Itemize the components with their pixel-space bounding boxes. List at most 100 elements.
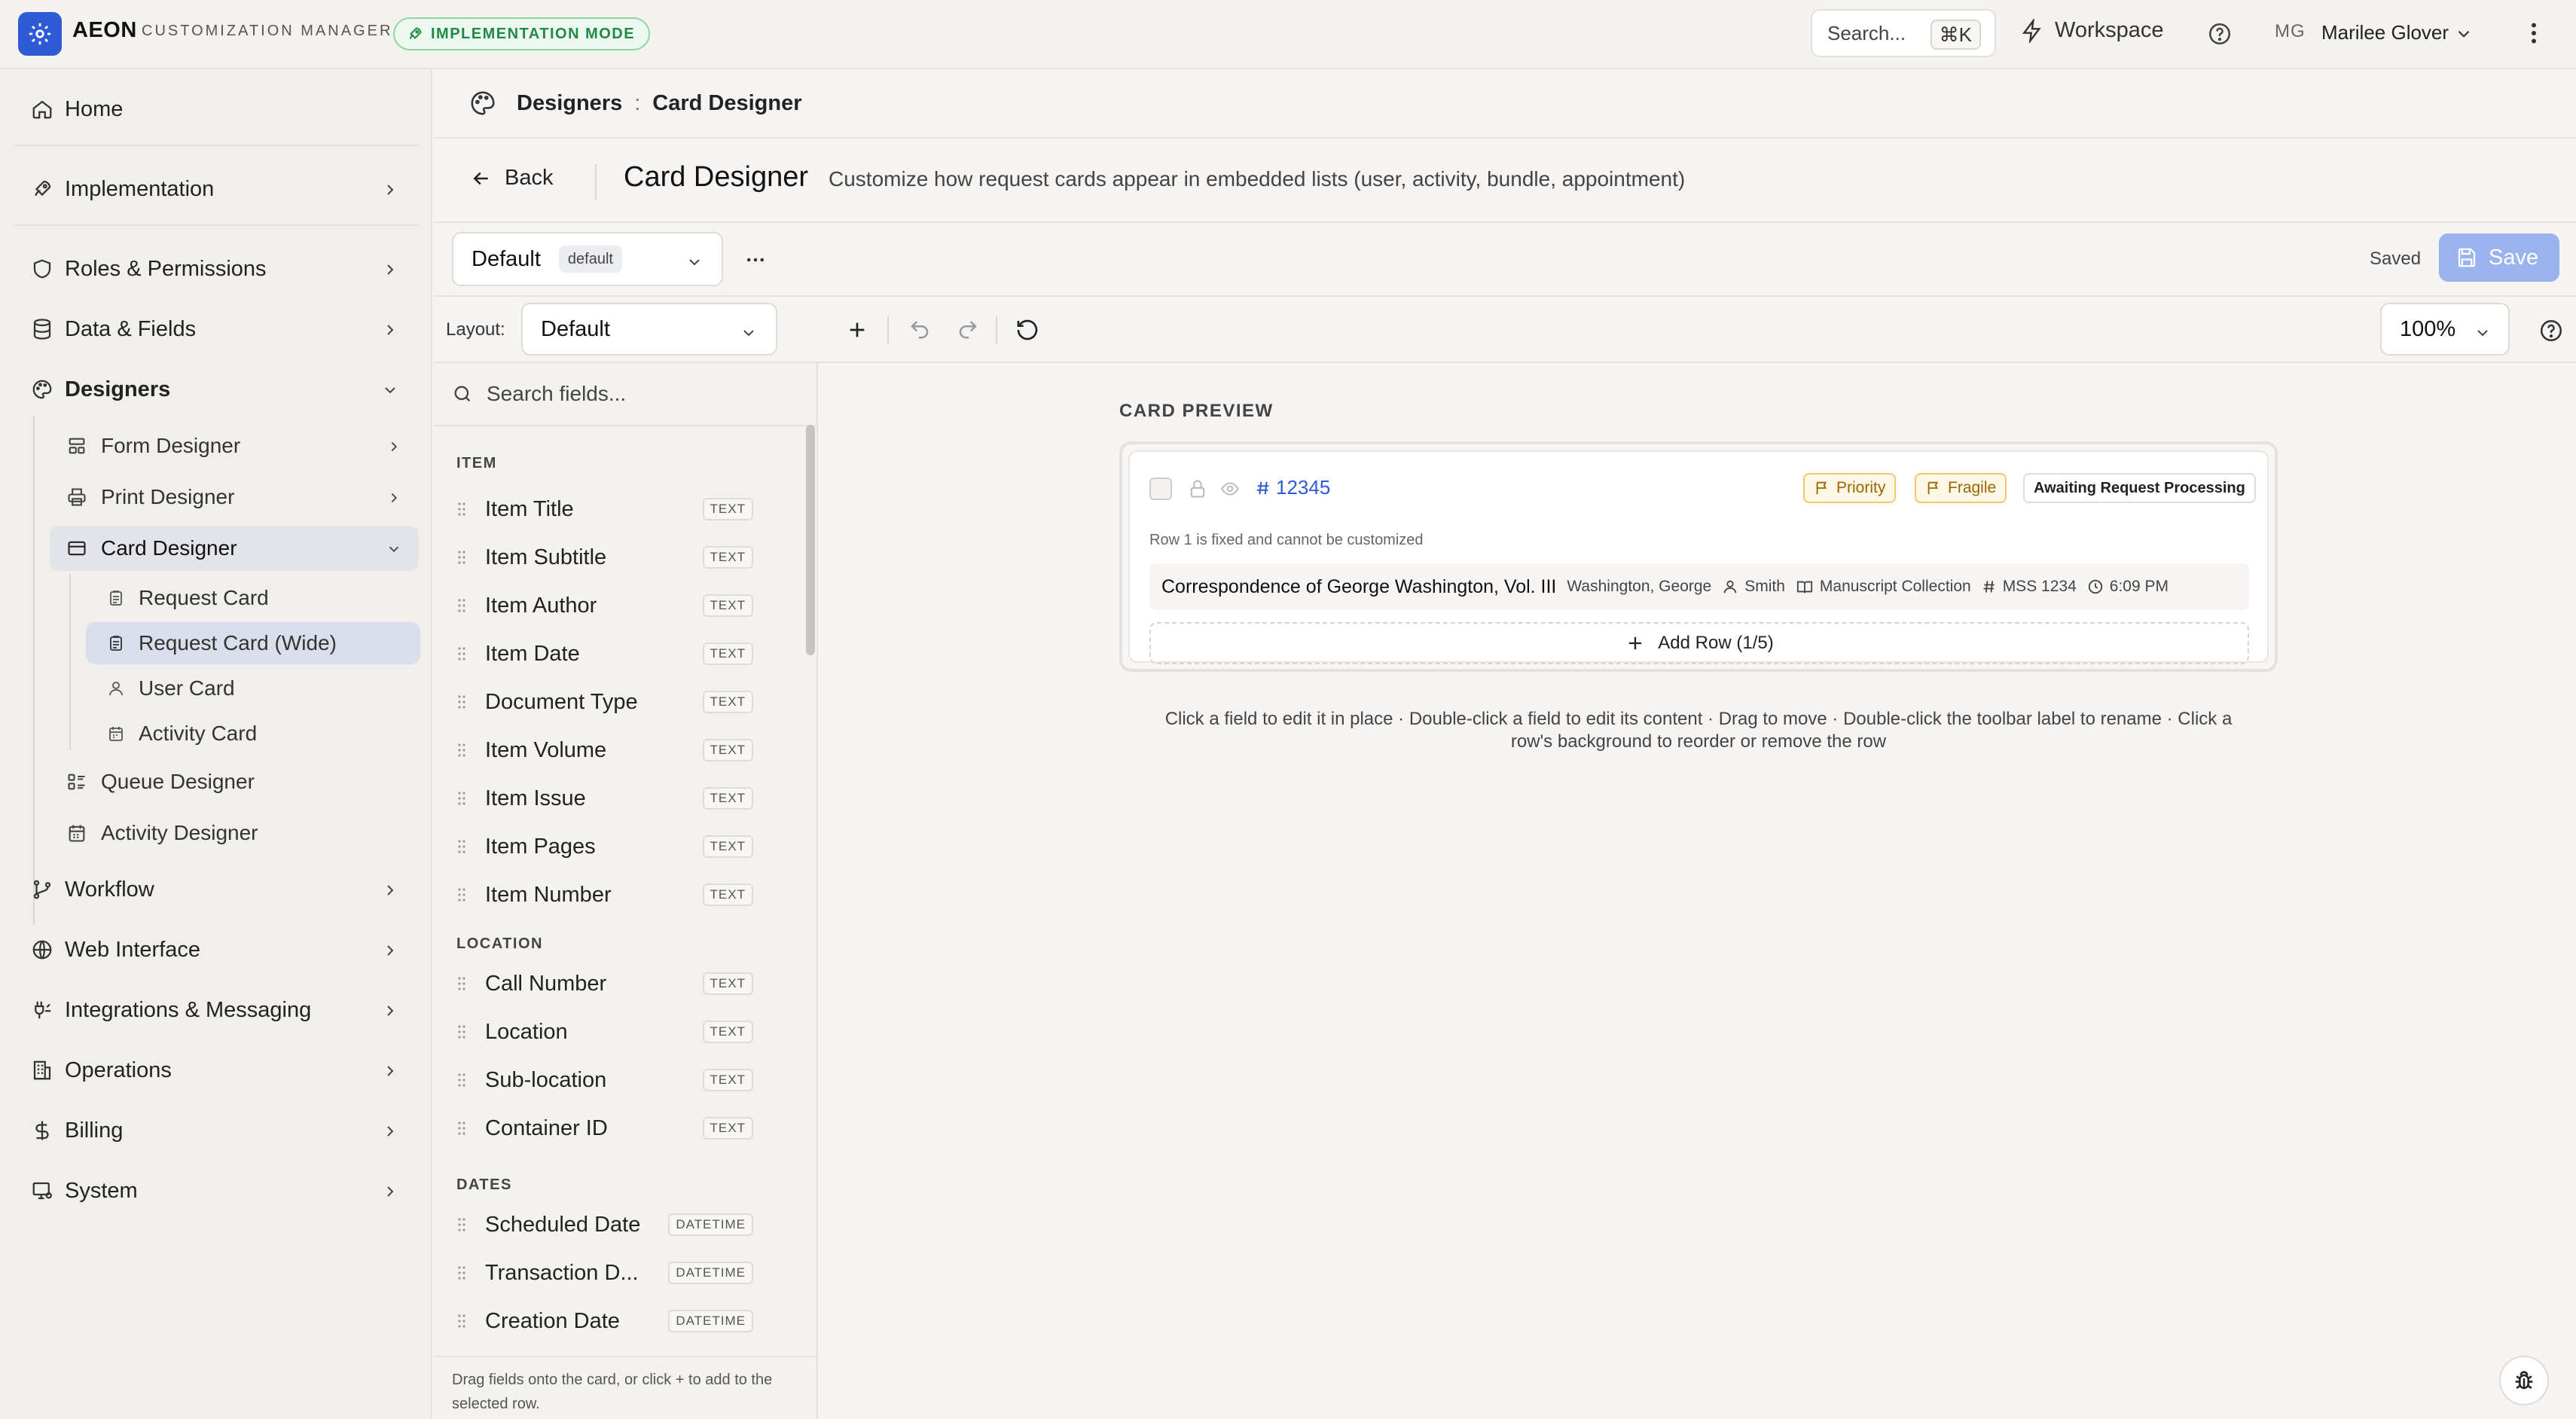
sidebar-item-system[interactable]: System bbox=[15, 1166, 419, 1216]
chevron-right-icon bbox=[381, 941, 399, 960]
help-icon[interactable] bbox=[2538, 318, 2564, 343]
palette-field-item[interactable]: Item Issue TEXT bbox=[456, 777, 776, 819]
palette-field-item[interactable]: Item Volume TEXT bbox=[456, 729, 776, 771]
palette-field-item[interactable]: Transaction D... DATETIME bbox=[456, 1252, 776, 1294]
palette-field-item[interactable]: Item Pages TEXT bbox=[456, 825, 776, 868]
global-search-button[interactable]: Search... ⌘K bbox=[1811, 9, 1996, 57]
drag-handle-icon[interactable] bbox=[456, 1265, 467, 1281]
sidebar-item-user-card[interactable]: User Card bbox=[86, 667, 420, 710]
palette-field-item[interactable]: Item Author TEXT bbox=[456, 584, 776, 627]
avatar[interactable]: MG bbox=[2275, 21, 2306, 42]
field-search-input[interactable] bbox=[487, 382, 773, 406]
sidebar-item-designers[interactable]: Designers bbox=[15, 365, 419, 414]
zoom-select[interactable]: 100% bbox=[2380, 303, 2510, 356]
add-row-button[interactable]: Add Row (1/5) bbox=[1149, 622, 2249, 664]
search-shortcut-badge: ⌘K bbox=[1930, 20, 1981, 50]
sidebar-item-workflow[interactable]: Workflow bbox=[15, 865, 419, 914]
card-row-2[interactable]: Correspondence of George Washington, Vol… bbox=[1149, 563, 2249, 610]
implementation-mode-badge[interactable]: IMPLEMENTATION MODE bbox=[393, 17, 651, 50]
chevron-right-icon bbox=[381, 1062, 399, 1080]
sidebar-item-operations[interactable]: Operations bbox=[15, 1045, 419, 1095]
user-name[interactable]: Marilee Glover bbox=[2321, 21, 2449, 44]
palette-field-item[interactable]: Location TEXT bbox=[456, 1011, 776, 1053]
select-checkbox[interactable] bbox=[1149, 478, 1172, 500]
drag-handle-icon[interactable] bbox=[456, 886, 467, 903]
palette-field-item[interactable]: Item Subtitle TEXT bbox=[456, 536, 776, 578]
drag-handle-icon[interactable] bbox=[456, 838, 467, 855]
more-vertical-icon[interactable] bbox=[2526, 20, 2541, 47]
preset-select[interactable]: Default default bbox=[452, 232, 723, 286]
sidebar-item-request-card[interactable]: Request Card bbox=[86, 577, 420, 619]
status-badge[interactable]: Awaiting Request Processing bbox=[2023, 473, 2256, 503]
chevron-down-icon bbox=[685, 253, 704, 271]
add-row-icon[interactable] bbox=[845, 318, 869, 342]
drag-handle-icon[interactable] bbox=[456, 597, 467, 614]
palette-field-item[interactable]: Scheduled Date DATETIME bbox=[456, 1204, 776, 1246]
sidebar-item-activity-card[interactable]: Activity Card bbox=[86, 713, 420, 755]
collection-field[interactable]: Manuscript Collection bbox=[1796, 578, 1971, 596]
sidebar-item-billing[interactable]: Billing bbox=[15, 1106, 419, 1155]
calendar-icon bbox=[65, 822, 89, 844]
sidebar-item-queue-designer[interactable]: Queue Designer bbox=[50, 759, 419, 804]
sidebar-item-activity-designer[interactable]: Activity Designer bbox=[50, 810, 419, 856]
sidebar-item-label: Request Card (Wide) bbox=[139, 631, 337, 655]
bug-report-icon[interactable] bbox=[2499, 1356, 2549, 1405]
sidebar-item-label: Implementation bbox=[65, 176, 215, 201]
priority-badge[interactable]: Priority bbox=[1803, 473, 1897, 503]
palette-field-item[interactable]: Sub-location TEXT bbox=[456, 1059, 776, 1101]
sidebar-item-card-designer[interactable]: Card Designer bbox=[50, 526, 419, 571]
back-button[interactable]: Back bbox=[470, 166, 553, 191]
breadcrumb-current: Card Designer bbox=[652, 90, 802, 115]
palette-field-item[interactable]: Document Type TEXT bbox=[456, 681, 776, 723]
breadcrumb-parent-link[interactable]: Designers bbox=[517, 91, 622, 116]
palette-field-item[interactable]: Container ID TEXT bbox=[456, 1107, 776, 1149]
item-title-field[interactable]: Correspondence of George Washington, Vol… bbox=[1161, 576, 1556, 598]
time-field[interactable]: 6:09 PM bbox=[2087, 578, 2169, 596]
chevron-down-icon[interactable] bbox=[2454, 24, 2474, 44]
save-button[interactable]: Save bbox=[2439, 233, 2559, 282]
palette-field-item[interactable]: Call Number TEXT bbox=[456, 963, 776, 1005]
redo-icon[interactable] bbox=[957, 318, 979, 340]
layout-select[interactable]: Default bbox=[521, 303, 777, 356]
palette-field-item[interactable]: Item Date TEXT bbox=[456, 633, 776, 675]
drag-handle-icon[interactable] bbox=[456, 694, 467, 710]
request-number-link[interactable]: 12345 bbox=[1255, 476, 1330, 499]
drag-handle-icon[interactable] bbox=[456, 975, 467, 992]
help-icon[interactable] bbox=[2207, 21, 2233, 47]
drag-handle-icon[interactable] bbox=[456, 501, 467, 517]
drag-handle-icon[interactable] bbox=[456, 1120, 467, 1137]
sidebar-item-web-interface[interactable]: Web Interface bbox=[15, 925, 419, 975]
app-logo-icon[interactable] bbox=[18, 12, 62, 56]
sidebar-item-implementation[interactable]: Implementation bbox=[15, 164, 419, 214]
undo-icon[interactable] bbox=[908, 318, 931, 340]
drag-handle-icon[interactable] bbox=[456, 1024, 467, 1040]
palette-scrollbar[interactable] bbox=[806, 425, 815, 655]
palette-field-item[interactable]: Item Number TEXT bbox=[456, 874, 776, 916]
drag-handle-icon[interactable] bbox=[456, 645, 467, 662]
workspace-button[interactable]: Workspace bbox=[2020, 18, 2164, 43]
reset-icon[interactable] bbox=[1015, 318, 1039, 342]
call-number-field[interactable]: MSS 1234 bbox=[1982, 578, 2077, 596]
save-label: Save bbox=[2489, 245, 2539, 270]
drag-handle-icon[interactable] bbox=[456, 549, 467, 566]
sidebar-item-form-designer[interactable]: Form Designer bbox=[50, 423, 419, 468]
sidebar-item-roles[interactable]: Roles & Permissions bbox=[15, 244, 419, 294]
field-label: Scheduled Date bbox=[485, 1212, 641, 1237]
fragile-badge[interactable]: Fragile bbox=[1915, 473, 2007, 503]
sidebar-item-data-fields[interactable]: Data & Fields bbox=[15, 304, 419, 354]
palette-field-item[interactable]: Creation Date DATETIME bbox=[456, 1300, 776, 1342]
sidebar-item-home[interactable]: Home bbox=[15, 84, 419, 134]
sidebar-item-request-card-wide[interactable]: Request Card (Wide) bbox=[86, 622, 420, 664]
item-author-field[interactable]: Washington, George bbox=[1567, 578, 1711, 596]
drag-handle-icon[interactable] bbox=[456, 742, 467, 758]
sidebar-item-print-designer[interactable]: Print Designer bbox=[50, 475, 419, 520]
drag-handle-icon[interactable] bbox=[456, 790, 467, 807]
palette-field-item[interactable]: Item Title TEXT bbox=[456, 488, 776, 530]
user-field[interactable]: Smith bbox=[1722, 578, 1785, 596]
more-horizontal-icon[interactable] bbox=[744, 249, 767, 271]
request-card-preview[interactable]: 12345 Priority Fragile Awaiting Request … bbox=[1128, 450, 2269, 664]
drag-handle-icon[interactable] bbox=[456, 1216, 467, 1233]
sidebar-item-integrations[interactable]: Integrations & Messaging bbox=[15, 985, 419, 1035]
drag-handle-icon[interactable] bbox=[456, 1313, 467, 1329]
drag-handle-icon[interactable] bbox=[456, 1072, 467, 1088]
